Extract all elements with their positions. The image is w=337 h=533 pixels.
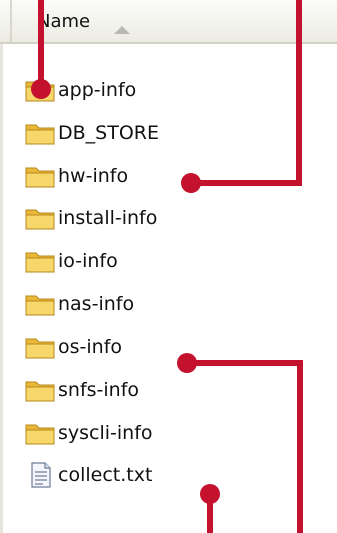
folder-icon: [25, 252, 55, 273]
list-item-install-info[interactable]: install-info: [24, 201, 284, 235]
callout-dot-app-info: [31, 79, 51, 99]
folder-icon: [25, 209, 55, 230]
list-item-app-info[interactable]: app-info: [24, 73, 284, 107]
item-label: io-info: [58, 250, 118, 272]
list-item-os-info[interactable]: os-info: [24, 330, 284, 364]
folder-icon: [25, 381, 55, 402]
list-item-hw-info[interactable]: hw-info: [24, 159, 284, 193]
callout-dot-hw-info: [181, 173, 201, 193]
item-label: DB_STORE: [58, 122, 159, 144]
callout-dot-collect-txt: [200, 484, 220, 504]
callout-line-os-info-horizontal: [195, 360, 303, 366]
list-item-collect-txt[interactable]: collect.txt: [24, 458, 284, 492]
callout-line-hw-info-vertical: [296, 0, 302, 186]
callout-line-app-info: [38, 0, 44, 86]
sort-ascending-icon: [114, 26, 130, 34]
column-header[interactable]: Name: [0, 0, 337, 44]
list-item-snfs-info[interactable]: snfs-info: [24, 373, 284, 407]
folder-icon: [25, 338, 55, 359]
folder-icon: [25, 424, 55, 445]
item-label: snfs-info: [58, 379, 140, 401]
file-list: app-info DB_STORE hw-info install-info i…: [0, 44, 337, 533]
list-item-db-store[interactable]: DB_STORE: [24, 116, 284, 150]
folder-icon: [25, 167, 55, 188]
item-label: app-info: [58, 79, 137, 101]
list-item-nas-info[interactable]: nas-info: [24, 287, 284, 321]
item-label: syscli-info: [58, 422, 153, 444]
callout-line-os-info-vertical: [297, 360, 303, 533]
item-label: hw-info: [58, 165, 129, 187]
folder-icon: [25, 124, 55, 145]
callout-line-hw-info-horizontal: [199, 180, 302, 186]
item-label: collect.txt: [58, 464, 153, 486]
column-separator[interactable]: [10, 0, 12, 42]
folder-icon: [25, 295, 55, 316]
callout-dot-os-info: [177, 353, 197, 373]
list-item-io-info[interactable]: io-info: [24, 244, 284, 278]
item-label: nas-info: [58, 293, 135, 315]
list-item-syscli-info[interactable]: syscli-info: [24, 416, 284, 450]
item-label: install-info: [58, 207, 158, 229]
text-file-icon: [31, 462, 51, 488]
name-column-label: Name: [37, 11, 91, 32]
item-label: os-info: [58, 336, 123, 358]
